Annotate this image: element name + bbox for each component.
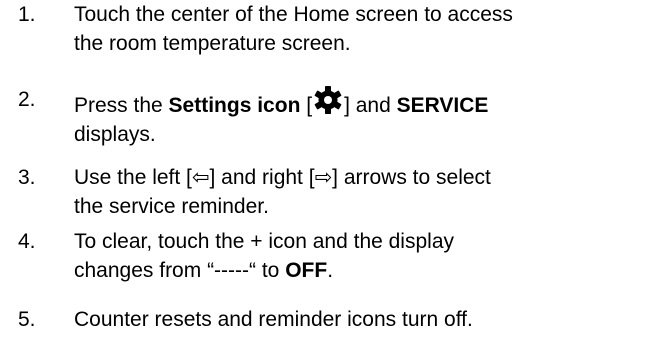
step-3-part-a: Use the left [ (74, 166, 192, 189)
step-number: 4. (18, 230, 36, 253)
step-4-line-1: To clear, touch the + icon and the displ… (74, 230, 454, 253)
step-2-pre: Press the (74, 94, 169, 117)
gear-icon (313, 85, 343, 115)
bracket-close: ] and (344, 94, 397, 117)
step-4-part-a: changes from “-----“ to (74, 259, 286, 282)
step-5-line-1: Counter resets and reminder icons turn o… (74, 308, 473, 331)
step-text: Counter resets and reminder icons turn o… (74, 305, 644, 334)
step-text: Touch the center of the Home screen to a… (74, 0, 644, 58)
left-arrow-icon: ⇦ (191, 166, 210, 189)
service-label: SERVICE (396, 94, 489, 117)
settings-icon-label: Settings icon (168, 94, 301, 117)
step-1-line-1: Touch the center of the Home screen to a… (74, 3, 513, 26)
step-number: 2. (18, 88, 36, 111)
right-arrow-icon: ⇨ (314, 166, 333, 189)
step-number: 1. (18, 3, 36, 26)
step-4-part-b: . (327, 259, 334, 282)
step-text: To clear, touch the + icon and the displ… (74, 227, 644, 285)
step-3-part-b: ] and right [ (209, 166, 315, 189)
step-1-line-2: the room temperature screen. (74, 32, 351, 55)
step-text: Press the Settings icon [ ] and SERVICE … (74, 85, 644, 149)
step-3-part-c: ] arrows to select (332, 166, 491, 189)
step-number: 5. (18, 308, 36, 331)
bracket-open: [ (300, 94, 313, 117)
step-text: Use the left [⇦] and right [⇨] arrows to… (74, 163, 644, 221)
step-number: 3. (18, 166, 36, 189)
off-label: OFF (285, 259, 328, 282)
step-2-line-2: displays. (74, 123, 156, 146)
step-3-line-2: the service reminder. (74, 195, 269, 218)
